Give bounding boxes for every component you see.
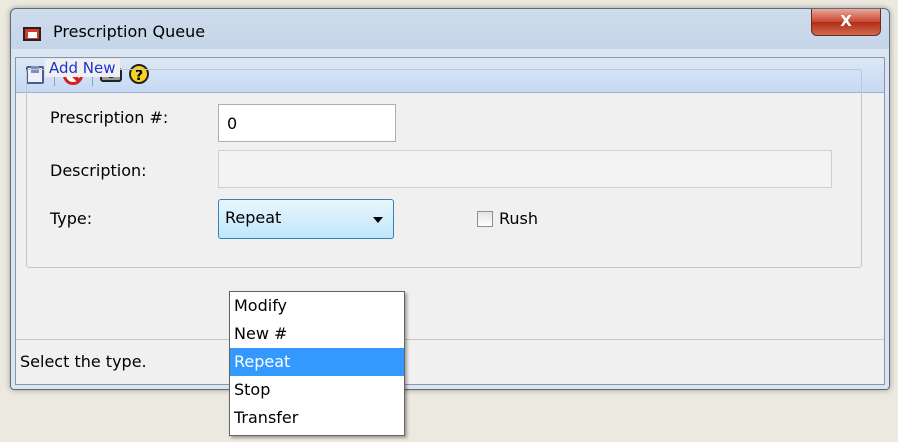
type-option-new[interactable]: New # <box>230 320 404 348</box>
description-input[interactable] <box>218 150 832 188</box>
type-option-repeat[interactable]: Repeat <box>230 348 404 376</box>
description-label: Description: <box>50 161 147 180</box>
type-dropdown-list: Modify New # Repeat Stop Transfer <box>229 291 405 436</box>
type-select[interactable]: Repeat <box>218 199 394 239</box>
app-icon <box>23 27 41 41</box>
group-title: Add New <box>45 59 120 77</box>
type-selected-value: Repeat <box>225 208 282 227</box>
window-title: Prescription Queue <box>53 22 206 41</box>
type-option-modify[interactable]: Modify <box>230 292 404 320</box>
rush-checkbox[interactable] <box>477 211 493 227</box>
type-label: Type: <box>50 209 93 228</box>
status-text: Select the type. <box>20 352 147 371</box>
type-option-transfer[interactable]: Transfer <box>230 404 404 432</box>
close-button[interactable]: X <box>811 9 881 36</box>
prescription-number-input[interactable] <box>218 104 396 142</box>
chevron-down-icon <box>373 217 383 223</box>
status-bar: Select the type. <box>16 339 884 384</box>
rush-label[interactable]: Rush <box>499 209 538 228</box>
prescription-number-label: Prescription #: <box>50 108 169 127</box>
type-option-stop[interactable]: Stop <box>230 376 404 404</box>
title-bar[interactable]: Prescription Queue X <box>11 9 889 57</box>
